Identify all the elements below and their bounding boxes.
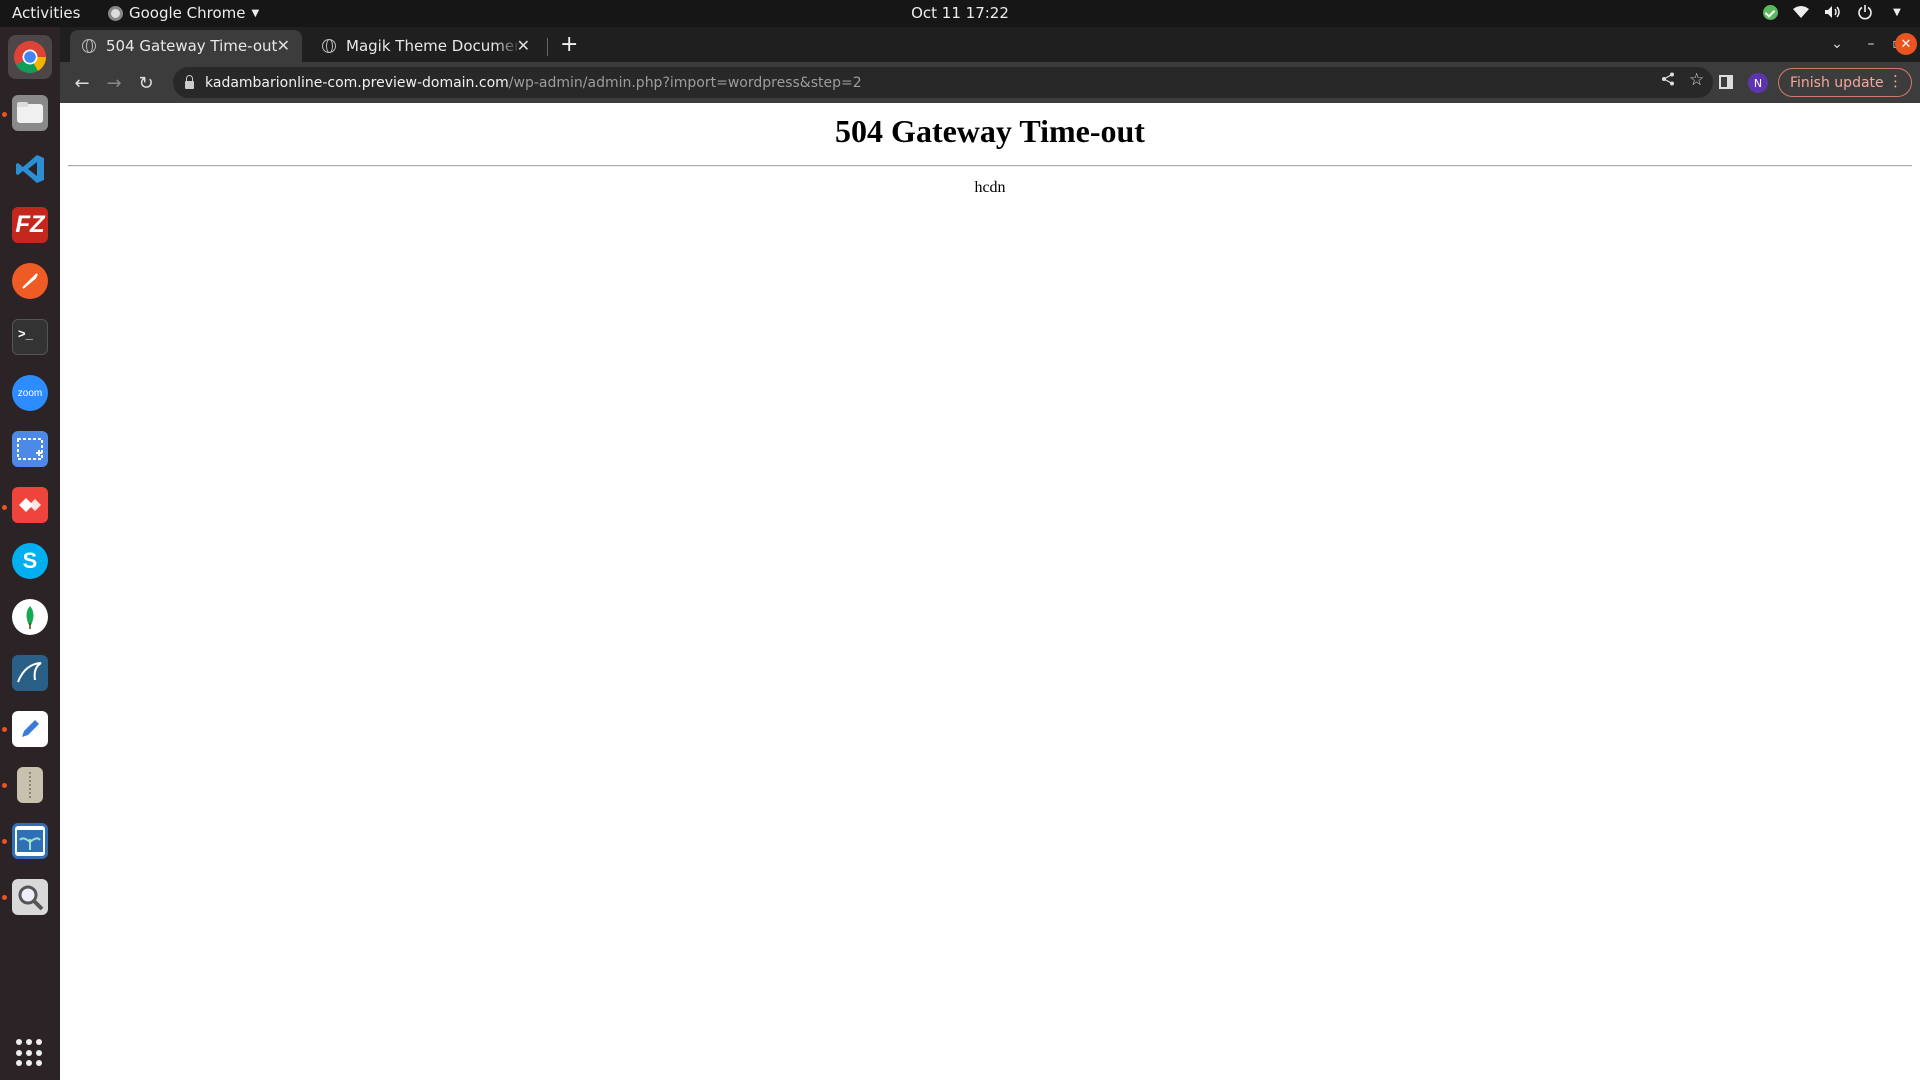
terminal-icon: >_ xyxy=(12,319,48,355)
mongodb-leaf-icon xyxy=(12,599,48,635)
tab-magik-theme-documentation[interactable]: Magik Theme Documenta ✕ xyxy=(310,30,542,62)
tab-close-icon[interactable]: ✕ xyxy=(277,36,290,55)
tab-strip: 504 Gateway Time-out ✕ Magik Theme Docum… xyxy=(60,27,1920,62)
dock-app-vscode[interactable] xyxy=(8,147,52,191)
filezilla-icon: FZ xyxy=(12,207,48,243)
finish-update-label: Finish update xyxy=(1790,74,1884,91)
running-indicator xyxy=(2,112,7,117)
finish-update-button[interactable]: Finish update ⋮ xyxy=(1778,68,1912,97)
image-viewer-icon xyxy=(12,823,48,859)
running-indicator xyxy=(2,505,7,510)
url-path: /wp-admin/admin.php?import=wordpress&ste… xyxy=(508,74,862,91)
dock-app-text-editor[interactable] xyxy=(8,707,52,751)
folder-icon xyxy=(12,95,48,131)
dock-app-terminal[interactable]: >_ xyxy=(8,315,52,359)
tab-close-icon[interactable]: ✕ xyxy=(517,36,530,55)
app-menu[interactable]: Google Chrome ▼ xyxy=(108,4,259,22)
zoom-icon: zoom xyxy=(12,375,48,411)
reload-button[interactable]: ↻ xyxy=(133,70,159,96)
forward-button[interactable]: → xyxy=(101,70,127,96)
page-title: 504 Gateway Time-out xyxy=(835,113,1145,149)
url-host: kadambarionline-com.preview-domain.com xyxy=(205,74,509,91)
system-tray[interactable]: ▼ xyxy=(1763,3,1906,21)
dock-app-mongodb-compass[interactable] xyxy=(8,595,52,639)
dock-app-screenshot[interactable] xyxy=(8,427,52,471)
dock: FZ >_ zoom S xyxy=(0,27,60,1080)
mysql-dolphin-icon xyxy=(12,655,48,691)
dock-app-anydesk[interactable] xyxy=(8,483,52,527)
globe-icon xyxy=(322,39,336,53)
running-indicator xyxy=(2,895,7,900)
share-icon[interactable] xyxy=(1661,72,1675,90)
magnifier-icon xyxy=(12,879,48,915)
chrome-icon xyxy=(12,39,48,75)
tab-title: Magik Theme Documenta xyxy=(346,37,521,55)
tab-search-icon[interactable]: ⌄ xyxy=(1824,31,1850,57)
page-content: 504 Gateway Time-out hcdn xyxy=(60,103,1920,1080)
tab-separator xyxy=(547,38,548,56)
chevron-down-icon[interactable]: ▼ xyxy=(1888,3,1906,21)
skype-icon: S xyxy=(12,543,48,579)
chrome-icon xyxy=(108,5,123,21)
app-menu-label: Google Chrome xyxy=(129,4,246,22)
new-tab-button[interactable]: + xyxy=(560,32,578,57)
dock-app-postman[interactable] xyxy=(8,259,52,303)
lock-icon[interactable] xyxy=(185,74,194,89)
dock-app-search-tool[interactable] xyxy=(8,875,52,919)
anydesk-icon xyxy=(12,487,48,523)
pencil-icon xyxy=(12,711,48,747)
archive-icon xyxy=(17,767,43,803)
dock-app-filezilla[interactable]: FZ xyxy=(8,203,52,247)
address-bar[interactable]: kadambarionline-com.preview-domain.com/w… xyxy=(173,67,1713,98)
server-name: hcdn xyxy=(974,179,1006,196)
dock-app-chrome[interactable] xyxy=(8,35,52,79)
activities-button[interactable]: Activities xyxy=(12,4,80,22)
dock-app-mysql-workbench[interactable] xyxy=(8,651,52,695)
close-window-button[interactable]: ✕ xyxy=(1895,33,1917,55)
running-indicator xyxy=(2,839,7,844)
show-applications-icon[interactable] xyxy=(16,1039,44,1067)
browser-window: 504 Gateway Time-out ✕ Magik Theme Docum… xyxy=(60,27,1920,1080)
volume-icon[interactable] xyxy=(1824,3,1842,21)
running-indicator xyxy=(2,727,7,732)
vscode-icon xyxy=(12,151,48,187)
minimize-button[interactable]: – xyxy=(1858,31,1884,57)
caret-down-icon: ▼ xyxy=(251,7,260,19)
dock-app-image-viewer[interactable] xyxy=(8,819,52,863)
dock-app-archive-manager[interactable] xyxy=(8,763,52,807)
profile-avatar[interactable]: N xyxy=(1748,73,1768,93)
clock[interactable]: Oct 11 17:22 xyxy=(911,4,1009,22)
tab-title: 504 Gateway Time-out xyxy=(106,37,278,55)
tab-504-gateway-timeout[interactable]: 504 Gateway Time-out ✕ xyxy=(70,30,302,62)
dock-app-skype[interactable]: S xyxy=(8,539,52,583)
dock-app-files[interactable] xyxy=(8,91,52,135)
globe-icon xyxy=(82,39,96,53)
power-icon[interactable] xyxy=(1856,3,1874,21)
wifi-icon[interactable] xyxy=(1792,3,1810,21)
postman-icon xyxy=(12,263,48,299)
divider xyxy=(68,165,1912,167)
running-indicator xyxy=(2,783,7,788)
screenshot-icon xyxy=(12,431,48,467)
system-top-bar: Activities Google Chrome ▼ Oct 11 17:22 … xyxy=(0,0,1920,27)
dock-app-zoom[interactable]: zoom xyxy=(8,371,52,415)
bookmark-star-icon[interactable]: ☆ xyxy=(1689,70,1704,90)
more-menu-icon[interactable]: ⋮ xyxy=(1888,72,1903,90)
back-button[interactable]: ← xyxy=(69,70,95,96)
browser-toolbar: ← → ↻ kadambarionline-com.preview-domain… xyxy=(60,62,1920,103)
side-panel-icon[interactable] xyxy=(1719,75,1733,89)
update-check-icon[interactable] xyxy=(1763,4,1778,20)
